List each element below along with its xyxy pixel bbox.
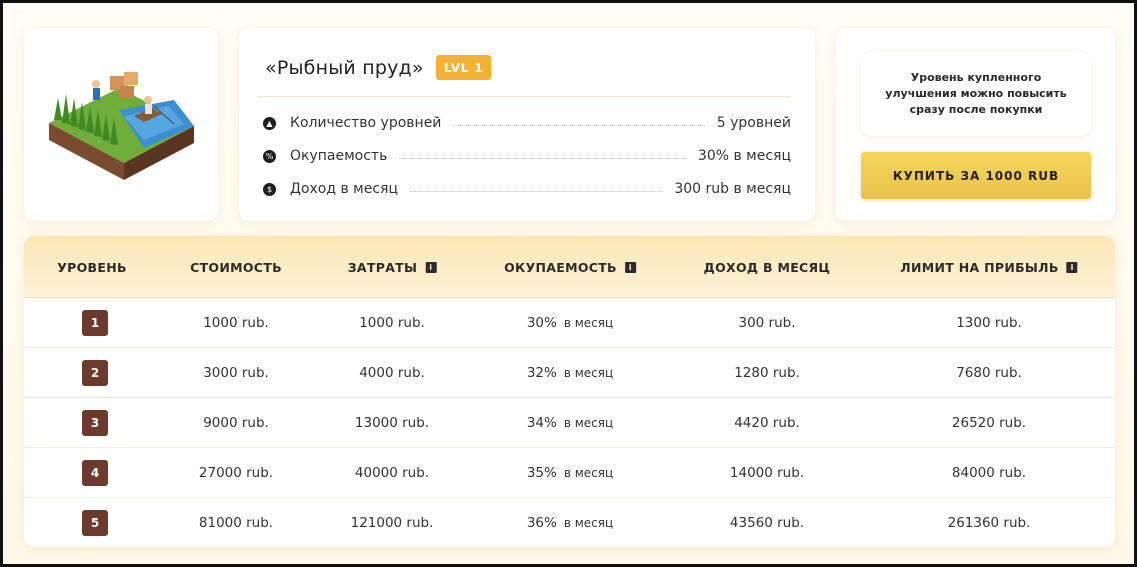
header-expenses: ЗАТРАТЫ i: [348, 236, 437, 298]
info-icon[interactable]: i: [1066, 261, 1078, 273]
dotted-leader: [399, 157, 686, 159]
stat-label: Окупаемость: [290, 148, 388, 164]
cell-profit-limit: 1300 rub.: [956, 315, 1022, 331]
upgrade-note: Уровень купленного улучшения можно повыс…: [861, 52, 1091, 136]
header-payback: ОКУПАЕМОСТЬ i: [504, 236, 636, 298]
level-number: 2: [82, 360, 108, 386]
info-icon[interactable]: i: [624, 261, 636, 273]
cell-payback: 32% в месяц: [526, 365, 614, 381]
info-icon[interactable]: i: [425, 261, 437, 273]
cell-income: 300 rub.: [738, 315, 796, 331]
level-number: 1: [82, 310, 108, 336]
cell-expenses: 1000 rub.: [359, 315, 425, 331]
table-row: 2 3000 rub. 4000 rub. 32% в месяц 1280 ru…: [24, 348, 1115, 398]
cell-expenses: 121000 rub.: [350, 515, 434, 531]
table-row: 3 9000 rub. 13000 rub. 34% в месяц 4420 r…: [24, 398, 1115, 448]
table-row: 4 27000 rub. 40000 rub. 35% в месяц 14000…: [24, 448, 1115, 498]
cell-profit-limit: 261360 rub.: [947, 515, 1031, 531]
header-income: ДОХОД В МЕСЯЦ: [703, 259, 831, 275]
cell-income: 43560 rub.: [729, 515, 805, 531]
fishing-pond-isometric-icon: [49, 72, 194, 180]
cell-expenses: 13000 rub.: [354, 415, 430, 431]
cell-profit-limit: 84000 rub.: [951, 465, 1027, 481]
level-number: 5: [82, 510, 108, 536]
stat-value: 300 rub в месяц: [674, 181, 791, 197]
stat-value: 5 уровней: [716, 115, 791, 131]
cell-profit-limit: 7680 rub.: [956, 365, 1022, 381]
table-header: УРОВЕНЬ СТОИМОСТЬ ЗАТРАТЫ i ОКУПАЕМОСТЬ i …: [24, 236, 1115, 298]
level-badge: LVL 1: [435, 55, 492, 80]
table-row: 1 1000 rub. 1000 rub. 30% в месяц 300 rub…: [24, 298, 1115, 348]
title-row: «Рыбный пруд» LVL 1: [265, 55, 492, 80]
cell-cost: 3000 rub.: [203, 365, 269, 381]
dotted-leader: [410, 190, 663, 192]
product-title: «Рыбный пруд»: [265, 56, 424, 79]
divider: [257, 96, 791, 97]
stat-row-levels: ▲ Количество уровней 5 уровней: [263, 112, 791, 134]
dotted-leader: [453, 124, 705, 126]
stat-value: 30% в месяц: [697, 148, 791, 164]
cell-income: 4420 rub.: [734, 415, 800, 431]
cell-payback: 34% в месяц: [526, 415, 614, 431]
buy-button[interactable]: КУПИТЬ ЗА 1000 RUB: [861, 152, 1091, 199]
cell-payback: 36% в месяц: [526, 515, 614, 531]
cell-cost: 9000 rub.: [203, 415, 269, 431]
table-row: 5 81000 rub. 121000 rub. 36% в месяц 4356…: [24, 498, 1115, 547]
arrow-up-icon: ▲: [263, 116, 276, 130]
cell-payback: 35% в месяц: [526, 465, 614, 481]
stat-row-payback: % Окупаемость 30% в месяц: [263, 145, 791, 167]
cell-income: 14000 rub.: [729, 465, 805, 481]
stat-row-income: $ Доход в месяц 300 rub в месяц: [263, 178, 791, 200]
product-image-card: [24, 28, 218, 221]
cell-cost: 81000 rub.: [198, 515, 274, 531]
header-cost: СТОИМОСТЬ: [190, 259, 282, 275]
header-profit-limit: ЛИМИТ НА ПРИБЫЛЬ i: [900, 236, 1078, 298]
page-frame: «Рыбный пруд» LVL 1 ▲ Количество уровней…: [0, 0, 1137, 567]
table-body: 1 1000 rub. 1000 rub. 30% в месяц 300 rub…: [24, 298, 1115, 547]
cell-profit-limit: 26520 rub.: [951, 415, 1027, 431]
cell-cost: 1000 rub.: [203, 315, 269, 331]
cell-expenses: 4000 rub.: [359, 365, 425, 381]
cell-income: 1280 rub.: [734, 365, 800, 381]
cell-payback: 30% в месяц: [526, 315, 614, 331]
cell-cost: 27000 rub.: [198, 465, 274, 481]
purchase-card: Уровень купленного улучшения можно повыс…: [836, 28, 1115, 221]
dollar-icon: $: [263, 182, 276, 196]
levels-table: УРОВЕНЬ СТОИМОСТЬ ЗАТРАТЫ i ОКУПАЕМОСТЬ i …: [24, 236, 1115, 547]
header-level: УРОВЕНЬ: [57, 259, 127, 275]
product-info-card: «Рыбный пруд» LVL 1 ▲ Количество уровней…: [239, 28, 815, 221]
stat-label: Доход в месяц: [290, 181, 399, 197]
stat-label: Количество уровней: [290, 115, 442, 131]
cell-expenses: 40000 rub.: [354, 465, 430, 481]
level-number: 4: [82, 460, 108, 486]
percent-icon: %: [263, 149, 276, 163]
level-number: 3: [82, 410, 108, 436]
